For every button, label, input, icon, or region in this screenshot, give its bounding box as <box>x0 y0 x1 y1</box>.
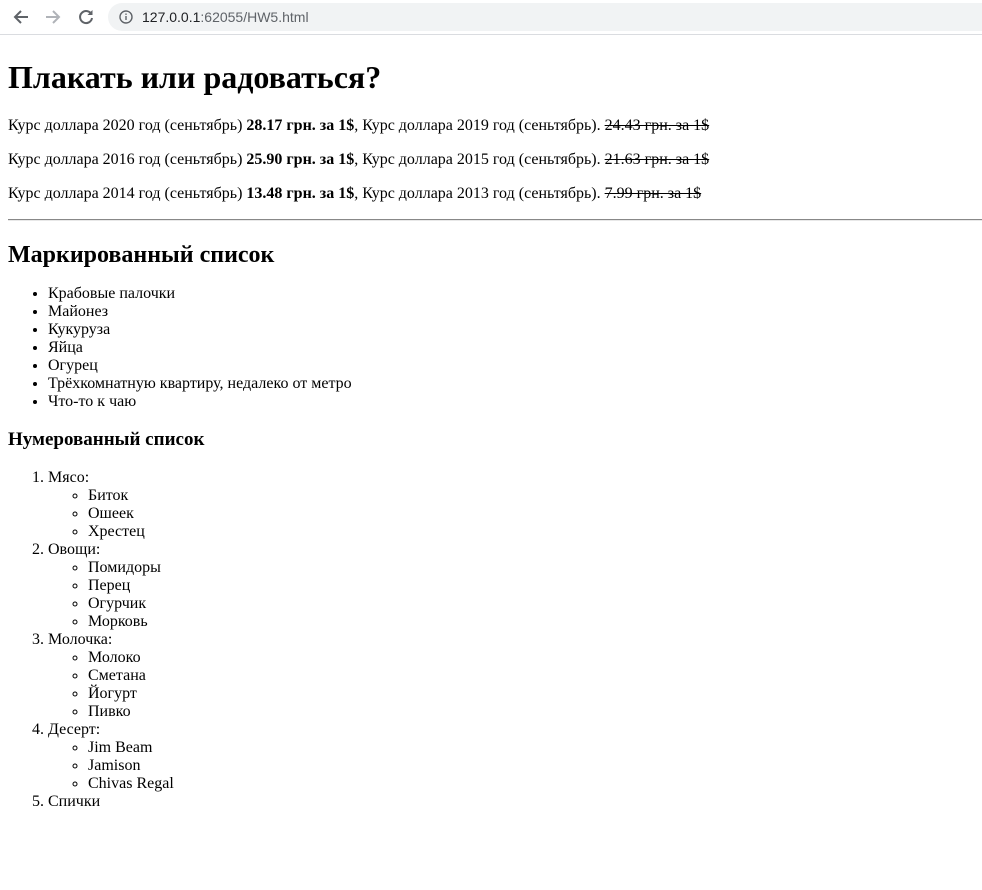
rate-bold-value: 28.17 грн. за 1$ <box>246 117 355 134</box>
rate-text: Курс доллара 2014 год (сеньтябрь) <box>8 185 247 202</box>
sub-list-item: Хрестец <box>88 523 974 541</box>
rate-text: , Курс доллара 2013 год (сеньтябрь). <box>354 185 605 202</box>
bulleted-list: Крабовые палочкиМайонезКукурузаЯйцаОгуре… <box>8 285 974 411</box>
numbered-item: Молочка:МолокоСметанаЙогуртПивко <box>48 631 974 721</box>
sub-list-item: Помидоры <box>88 559 974 577</box>
rate-struck-value: 24.43 грн. за 1$ <box>604 117 710 134</box>
sub-list-item: Перец <box>88 577 974 595</box>
info-icon[interactable] <box>119 10 133 24</box>
list-item: Что-то к чаю <box>48 393 974 411</box>
sub-list-item: Ошеек <box>88 505 974 523</box>
sub-list-item: Сметана <box>88 667 974 685</box>
url-text: 127.0.0.1:62055/HW5.html <box>142 9 309 25</box>
rate-text: Курс доллара 2020 год (сеньтябрь) <box>8 117 247 134</box>
page-title: Плакать или радоваться? <box>8 59 382 95</box>
url-path: :62055/HW5.html <box>200 9 309 25</box>
page-content: Плакать или радоваться? Курс доллара 202… <box>0 59 982 811</box>
sub-list: БитокОшеекХрестец <box>48 487 974 541</box>
sub-list-item: Огурчик <box>88 595 974 613</box>
numbered-item-label: Спички <box>48 793 101 810</box>
numbered-item-label: Молочка: <box>48 631 113 648</box>
divider <box>8 219 982 221</box>
back-arrow-icon[interactable] <box>10 6 32 28</box>
list-item: Кукуруза <box>48 321 974 339</box>
forward-arrow-icon[interactable] <box>42 6 64 28</box>
address-bar[interactable]: 127.0.0.1:62055/HW5.html <box>108 3 982 31</box>
list-item: Яйца <box>48 339 974 357</box>
sub-list: МолокоСметанаЙогуртПивко <box>48 649 974 721</box>
list-item: Крабовые палочки <box>48 285 974 303</box>
rate-struck-value: 21.63 грн. за 1$ <box>604 151 710 168</box>
rate-text: , Курс доллара 2015 год (сеньтябрь). <box>354 151 605 168</box>
rate-paragraph: Курс доллара 2020 год (сеньтябрь) 28.17 … <box>8 117 974 135</box>
sub-list-item: Chivas Regal <box>88 775 974 793</box>
rate-bold-value: 13.48 грн. за 1$ <box>246 185 355 202</box>
sub-list-item: Jamison <box>88 757 974 775</box>
numbered-item-label: Десерт: <box>48 721 101 738</box>
numbered-item: Мясо:БитокОшеекХрестец <box>48 469 974 541</box>
numbered-item-label: Мясо: <box>48 469 90 486</box>
sub-list-item: Морковь <box>88 613 974 631</box>
url-host: 127.0.0.1 <box>142 9 201 25</box>
sub-list: Jim BeamJamisonChivas Regal <box>48 739 974 793</box>
rate-paragraph: Курс доллара 2016 год (сеньтябрь) 25.90 … <box>8 151 974 169</box>
sub-list-item: Jim Beam <box>88 739 974 757</box>
rates-section: Курс доллара 2020 год (сеньтябрь) 28.17 … <box>8 117 974 203</box>
sub-list-item: Биток <box>88 487 974 505</box>
rate-text: Курс доллара 2016 год (сеньтябрь) <box>8 151 247 168</box>
numbered-list: Мясо:БитокОшеекХрестецОвощи:ПомидорыПере… <box>8 469 974 811</box>
numbered-item: Десерт:Jim BeamJamisonChivas Regal <box>48 721 974 793</box>
numbered-item-label: Овощи: <box>48 541 101 558</box>
rate-struck-value: 7.99 грн. за 1$ <box>604 185 702 202</box>
numbered-heading: Нумерованный список <box>8 429 205 450</box>
list-item: Трёхкомнатную квартиру, недалеко от метр… <box>48 375 974 393</box>
sub-list-item: Йогурт <box>88 685 974 703</box>
numbered-item: Спички <box>48 793 974 811</box>
list-item: Майонез <box>48 303 974 321</box>
sub-list-item: Молоко <box>88 649 974 667</box>
bulleted-heading: Маркированный список <box>8 242 275 268</box>
numbered-item: Овощи:ПомидорыПерецОгурчикМорковь <box>48 541 974 631</box>
list-item: Огурец <box>48 357 974 375</box>
browser-toolbar: 127.0.0.1:62055/HW5.html <box>0 0 982 35</box>
rate-bold-value: 25.90 грн. за 1$ <box>246 151 355 168</box>
reload-icon[interactable] <box>75 6 97 28</box>
rate-paragraph: Курс доллара 2014 год (сеньтябрь) 13.48 … <box>8 185 974 203</box>
rate-text: , Курс доллара 2019 год (сеньтябрь). <box>354 117 605 134</box>
sub-list-item: Пивко <box>88 703 974 721</box>
sub-list: ПомидорыПерецОгурчикМорковь <box>48 559 974 631</box>
